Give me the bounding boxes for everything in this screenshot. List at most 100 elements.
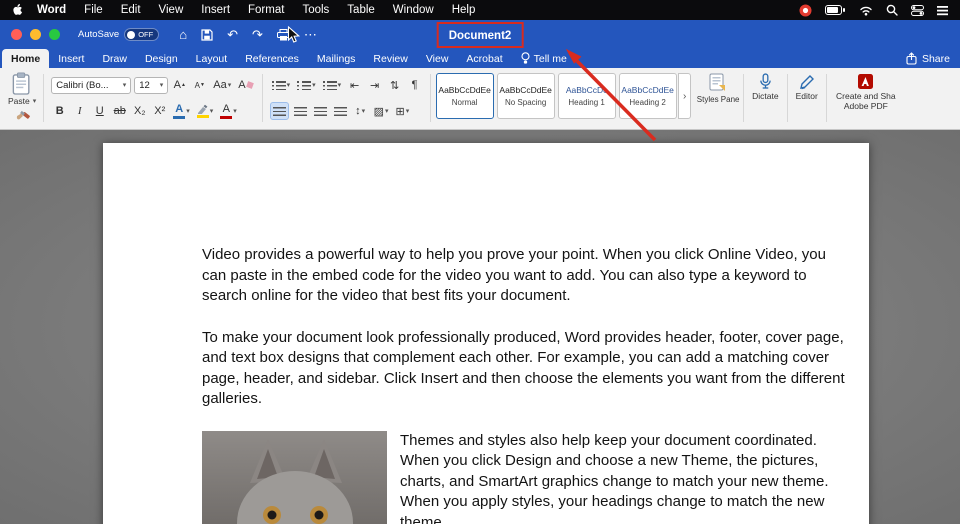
menu-window[interactable]: Window bbox=[384, 4, 443, 16]
style-no-spacing[interactable]: AaBbCcDdEe No Spacing bbox=[497, 73, 555, 119]
change-case-button[interactable]: Aa▾ bbox=[211, 76, 233, 94]
style-heading-1[interactable]: AaBbCcDc Heading 1 bbox=[558, 73, 616, 119]
styles-pane-icon bbox=[709, 73, 727, 93]
tab-review[interactable]: Review bbox=[364, 49, 416, 68]
create-share-adobe-pdf-button[interactable]: Create and Sha Adobe PDF bbox=[830, 70, 902, 126]
grow-font-button[interactable]: A▲ bbox=[171, 76, 188, 94]
tab-acrobat[interactable]: Acrobat bbox=[457, 49, 511, 68]
home-quick-icon[interactable]: ⌂ bbox=[179, 28, 187, 41]
menu-tools[interactable]: Tools bbox=[293, 4, 338, 16]
shrink-font-button[interactable]: A▼ bbox=[191, 76, 208, 94]
paragraph-3[interactable]: Themes and styles also help keep your do… bbox=[400, 431, 848, 524]
apple-menu-icon[interactable] bbox=[12, 3, 24, 17]
text-effects-label: A bbox=[175, 104, 183, 115]
menu-format[interactable]: Format bbox=[239, 4, 293, 16]
align-center-button[interactable] bbox=[292, 102, 309, 120]
text-effects-button[interactable]: A ▾ bbox=[171, 102, 192, 120]
styles-pane-button[interactable]: Styles Pane bbox=[696, 73, 740, 126]
tab-view[interactable]: View bbox=[417, 49, 458, 68]
underline-button[interactable]: U bbox=[91, 102, 108, 120]
dictate-button[interactable]: Dictate bbox=[747, 70, 783, 126]
style-heading-2[interactable]: AaBbCcDdEe Heading 2 bbox=[619, 73, 677, 119]
adobe-label-line2: Adobe PDF bbox=[844, 101, 888, 111]
clear-formatting-button[interactable]: A bbox=[236, 76, 254, 94]
control-center-icon[interactable] bbox=[911, 5, 924, 16]
minimize-window-button[interactable] bbox=[30, 29, 41, 40]
increase-indent-button[interactable]: ⇥ bbox=[366, 76, 383, 94]
paragraph-1[interactable]: Video provides a powerful way to help yo… bbox=[202, 245, 848, 307]
close-window-button[interactable] bbox=[11, 29, 22, 40]
bullet-list-icon bbox=[272, 80, 286, 90]
font-size-select[interactable]: 12 ▾ bbox=[134, 77, 168, 94]
align-right-icon bbox=[314, 107, 327, 116]
tab-layout[interactable]: Layout bbox=[187, 49, 237, 68]
save-icon[interactable] bbox=[201, 29, 213, 41]
autosave-toggle[interactable]: OFF bbox=[124, 28, 159, 41]
decrease-indent-button[interactable]: ⇤ bbox=[346, 76, 363, 94]
subscript-button[interactable]: X₂ bbox=[131, 102, 148, 120]
borders-button[interactable]: ⊞▾ bbox=[394, 102, 412, 120]
paste-button[interactable]: Paste ▾ bbox=[8, 72, 36, 106]
tab-references[interactable]: References bbox=[236, 49, 308, 68]
more-commands-icon[interactable]: ⋯ bbox=[304, 28, 317, 41]
font-name-value: Calibri (Bo... bbox=[56, 80, 116, 91]
menu-extras-icon[interactable] bbox=[937, 5, 948, 16]
battery-icon[interactable] bbox=[825, 5, 846, 15]
editor-button[interactable]: Editor bbox=[791, 70, 823, 126]
menu-edit[interactable]: Edit bbox=[112, 4, 150, 16]
menu-table[interactable]: Table bbox=[338, 4, 384, 16]
tab-home[interactable]: Home bbox=[2, 49, 49, 68]
undo-icon[interactable]: ↶ bbox=[227, 28, 238, 41]
superscript-button[interactable]: X² bbox=[151, 102, 168, 120]
window-controls bbox=[11, 29, 60, 40]
print-icon[interactable] bbox=[277, 29, 290, 41]
redo-icon[interactable]: ↷ bbox=[252, 28, 263, 41]
highlight-button[interactable]: ▾ bbox=[195, 102, 216, 120]
numbered-list-icon bbox=[297, 80, 311, 90]
style-normal[interactable]: AaBbCcDdEe Normal bbox=[436, 73, 494, 119]
paragraph-2[interactable]: To make your document look professionall… bbox=[202, 328, 848, 410]
document-title[interactable]: Document2 bbox=[449, 30, 512, 42]
font-color-button[interactable]: A ▾ bbox=[218, 102, 239, 120]
wifi-icon[interactable] bbox=[859, 5, 873, 16]
bold-button[interactable]: B bbox=[51, 102, 68, 120]
screen-record-icon[interactable] bbox=[799, 4, 812, 17]
tab-design[interactable]: Design bbox=[136, 49, 187, 68]
share-button[interactable]: Share bbox=[896, 49, 960, 68]
menu-file[interactable]: File bbox=[75, 4, 112, 16]
tell-me-button[interactable]: Tell me bbox=[512, 49, 576, 68]
search-icon[interactable] bbox=[886, 4, 898, 16]
font-name-select[interactable]: Calibri (Bo... ▾ bbox=[51, 77, 131, 94]
menu-word[interactable]: Word bbox=[28, 4, 75, 16]
style-name: Heading 1 bbox=[568, 98, 604, 107]
page[interactable]: Video provides a powerful way to help yo… bbox=[103, 143, 869, 524]
format-painter-button[interactable] bbox=[15, 107, 30, 125]
menu-insert[interactable]: Insert bbox=[192, 4, 239, 16]
zoom-window-button[interactable] bbox=[49, 29, 60, 40]
justify-button[interactable] bbox=[332, 102, 349, 120]
align-right-button[interactable] bbox=[312, 102, 329, 120]
show-paragraph-marks-button[interactable]: ¶ bbox=[406, 76, 423, 94]
italic-button[interactable]: I bbox=[71, 102, 88, 120]
kitten-photo[interactable] bbox=[202, 431, 387, 524]
shading-button[interactable]: ▨▾ bbox=[372, 102, 391, 120]
style-preview: AaBbCcDdEe bbox=[621, 85, 673, 95]
adobe-label-line1: Create and Sha bbox=[836, 91, 896, 101]
tab-insert[interactable]: Insert bbox=[49, 49, 93, 68]
font-color-label: A bbox=[223, 104, 230, 115]
chevron-down-icon: ▾ bbox=[312, 81, 316, 89]
tab-mailings[interactable]: Mailings bbox=[308, 49, 365, 68]
menu-help[interactable]: Help bbox=[443, 4, 485, 16]
bullets-button[interactable]: ▾ bbox=[270, 76, 293, 94]
styles-gallery-more-button[interactable]: › bbox=[678, 73, 691, 119]
sort-button[interactable]: ⇅ bbox=[386, 76, 403, 94]
line-spacing-button[interactable]: ↕▾ bbox=[352, 102, 369, 120]
tab-draw[interactable]: Draw bbox=[93, 49, 136, 68]
multilevel-list-button[interactable]: ▾ bbox=[321, 76, 344, 94]
strikethrough-button[interactable]: ab bbox=[111, 102, 128, 120]
align-left-button[interactable] bbox=[270, 102, 289, 120]
menu-view[interactable]: View bbox=[150, 4, 193, 16]
toggle-knob-icon bbox=[127, 31, 135, 39]
numbering-button[interactable]: ▾ bbox=[295, 76, 318, 94]
document-area[interactable]: Video provides a powerful way to help yo… bbox=[0, 130, 960, 524]
